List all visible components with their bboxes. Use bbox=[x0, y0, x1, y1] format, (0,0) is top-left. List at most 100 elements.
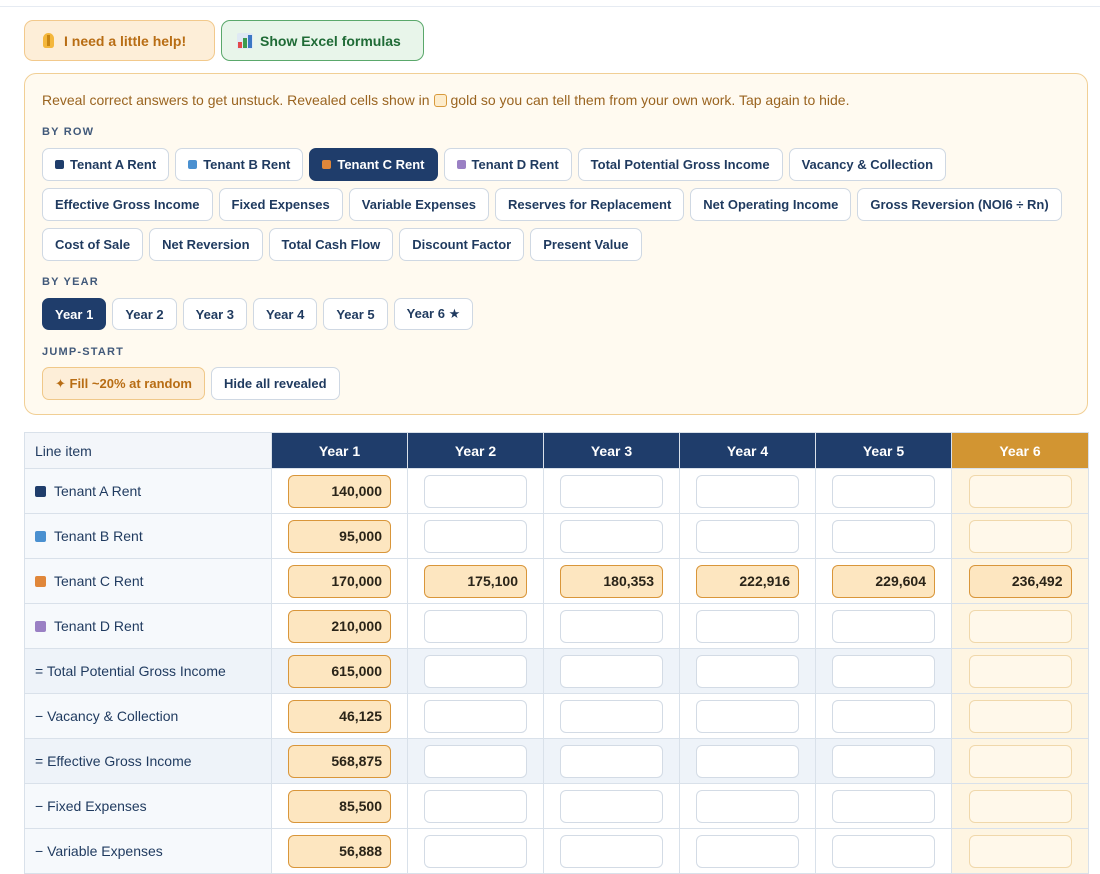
year-4-input[interactable]: 222,916 bbox=[696, 564, 799, 598]
year-6-input[interactable] bbox=[968, 654, 1072, 688]
row-chip-discount-factor[interactable]: Discount Factor bbox=[399, 228, 525, 261]
year-4-input[interactable] bbox=[696, 654, 799, 688]
year-2-input[interactable] bbox=[424, 519, 527, 553]
year-chip-3[interactable]: Year 3 bbox=[182, 298, 247, 330]
year-2-input[interactable]: 175,100 bbox=[424, 564, 527, 598]
year-6-input[interactable] bbox=[968, 474, 1072, 508]
year-4-input[interactable] bbox=[696, 474, 799, 508]
year-5-input[interactable] bbox=[832, 744, 935, 778]
year-1-input[interactable]: 210,000 bbox=[288, 609, 391, 643]
year-3-input[interactable] bbox=[560, 519, 663, 553]
year-3-input[interactable] bbox=[560, 654, 663, 688]
year-5-input[interactable]: 229,604 bbox=[832, 564, 935, 598]
hide-all-revealed-button[interactable]: Hide all revealed bbox=[210, 367, 340, 400]
year-6-input[interactable] bbox=[968, 789, 1072, 823]
row-chip-variable-expenses[interactable]: Variable Expenses bbox=[348, 188, 489, 221]
year-chip-2[interactable]: Year 2 bbox=[112, 298, 177, 330]
year-6-input[interactable] bbox=[968, 744, 1072, 778]
top-toolbar: I need a little help! Show Excel formula… bbox=[24, 20, 424, 61]
year-1-input[interactable]: 46,125 bbox=[288, 699, 391, 733]
year-chip-5[interactable]: Year 5 bbox=[323, 298, 388, 330]
year-5-input[interactable] bbox=[832, 834, 935, 868]
year-5-input[interactable] bbox=[832, 474, 935, 508]
year-3-input[interactable] bbox=[560, 474, 663, 508]
year-4-input[interactable] bbox=[696, 744, 799, 778]
row-chip-vacancy-collection[interactable]: Vacancy & Collection bbox=[788, 148, 947, 181]
line-item-label: Tenant A Rent bbox=[54, 483, 142, 499]
year-6-input[interactable]: 236,492 bbox=[968, 564, 1072, 598]
year-2-input[interactable] bbox=[424, 744, 527, 778]
value-cell: 95,000 bbox=[271, 513, 408, 559]
row-chip-tenant-a-rent[interactable]: Tenant A Rent bbox=[42, 148, 170, 181]
year-3-input[interactable] bbox=[560, 789, 663, 823]
year-chip-4[interactable]: Year 4 bbox=[252, 298, 318, 330]
row-chip-cost-of-sale[interactable]: Cost of Sale bbox=[42, 228, 144, 261]
row-chip-effective-gross-income[interactable]: Effective Gross Income bbox=[42, 188, 213, 221]
year-3-input[interactable] bbox=[560, 609, 663, 643]
year-header-reversion: Year 6 bbox=[951, 432, 1089, 469]
year-5-input[interactable] bbox=[832, 609, 935, 643]
row-chip-net-operating-income[interactable]: Net Operating Income bbox=[690, 188, 852, 221]
row-chip-tenant-c-rent[interactable]: Tenant C Rent bbox=[309, 148, 438, 181]
year-6-input[interactable] bbox=[968, 834, 1072, 868]
year-chip-1[interactable]: Year 1 bbox=[42, 298, 107, 330]
year-5-input[interactable] bbox=[832, 699, 935, 733]
help-button[interactable]: I need a little help! bbox=[24, 20, 215, 61]
row-chip-group-1: Tenant A Rent Tenant B Rent Tenant C Rent T… bbox=[42, 148, 947, 181]
row-chip-tenant-b-rent[interactable]: Tenant B Rent bbox=[175, 148, 304, 181]
value-cell: 170,000 bbox=[271, 558, 408, 604]
year-3-input[interactable] bbox=[560, 834, 663, 868]
row-chip-total-cash-flow[interactable]: Total Cash Flow bbox=[268, 228, 394, 261]
value-cell bbox=[679, 648, 816, 694]
year-6-input[interactable] bbox=[968, 609, 1072, 643]
year-1-input[interactable]: 95,000 bbox=[288, 519, 391, 553]
table-row-fixed-expenses: − Fixed Expenses 85,500 bbox=[24, 783, 1089, 829]
year-4-input[interactable] bbox=[696, 789, 799, 823]
row-chip-tenant-d-rent[interactable]: Tenant D Rent bbox=[443, 148, 572, 181]
year-4-input[interactable] bbox=[696, 519, 799, 553]
value-cell bbox=[407, 648, 544, 694]
year-2-input[interactable] bbox=[424, 474, 527, 508]
show-excel-formulas-button[interactable]: Show Excel formulas bbox=[221, 20, 424, 61]
row-chip-label: Cost of Sale bbox=[55, 237, 131, 252]
year-3-input[interactable] bbox=[560, 744, 663, 778]
row-chip-total-potential-gross-income[interactable]: Total Potential Gross Income bbox=[577, 148, 783, 181]
year-2-input[interactable] bbox=[424, 699, 527, 733]
row-chip-net-reversion[interactable]: Net Reversion bbox=[149, 228, 263, 261]
year-2-input[interactable] bbox=[424, 654, 527, 688]
year-2-input[interactable] bbox=[424, 834, 527, 868]
year-5-input[interactable] bbox=[832, 789, 935, 823]
row-chip-present-value[interactable]: Present Value bbox=[530, 228, 642, 261]
year-2-input[interactable] bbox=[424, 789, 527, 823]
year-1-input[interactable]: 56,888 bbox=[288, 834, 391, 868]
value-cell bbox=[951, 828, 1089, 874]
year-5-input[interactable] bbox=[832, 519, 935, 553]
year-6-input[interactable] bbox=[968, 519, 1072, 553]
year-5-input[interactable] bbox=[832, 654, 935, 688]
row-chip-label: Effective Gross Income bbox=[55, 197, 200, 212]
row-chip-fixed-expenses[interactable]: Fixed Expenses bbox=[218, 188, 343, 221]
year-1-input[interactable]: 615,000 bbox=[288, 654, 391, 688]
reveal-answers-panel: Reveal correct answers to get unstuck. R… bbox=[24, 73, 1088, 415]
year-1-input[interactable]: 568,875 bbox=[288, 744, 391, 778]
year-4-input[interactable] bbox=[696, 699, 799, 733]
year-chip-6[interactable]: Year 6 ★ bbox=[393, 298, 474, 330]
year-3-input[interactable]: 180,353 bbox=[560, 564, 663, 598]
year-3-input[interactable] bbox=[560, 699, 663, 733]
row-chip-reserves-for-replacement[interactable]: Reserves for Replacement bbox=[494, 188, 685, 221]
year-6-input[interactable] bbox=[968, 699, 1072, 733]
line-item-label: Tenant B Rent bbox=[54, 528, 143, 544]
year-2-input[interactable] bbox=[424, 609, 527, 643]
row-chip-gross-reversion-noi6-rn[interactable]: Gross Reversion (NOI6 ÷ Rn) bbox=[857, 188, 1062, 221]
value-cell bbox=[407, 738, 544, 784]
year-4-input[interactable] bbox=[696, 609, 799, 643]
year-1-input[interactable]: 170,000 bbox=[288, 564, 391, 598]
value-cell bbox=[815, 648, 952, 694]
row-chip-label: Total Cash Flow bbox=[281, 237, 381, 252]
fill-random-button[interactable]: ✦ Fill ~20% at random bbox=[42, 367, 205, 400]
excel-button-label: Show Excel formulas bbox=[260, 32, 401, 49]
year-1-input[interactable]: 85,500 bbox=[288, 789, 391, 823]
year-4-input[interactable] bbox=[696, 834, 799, 868]
year-1-input[interactable]: 140,000 bbox=[288, 474, 391, 508]
year-header: Year 2 bbox=[407, 432, 544, 469]
